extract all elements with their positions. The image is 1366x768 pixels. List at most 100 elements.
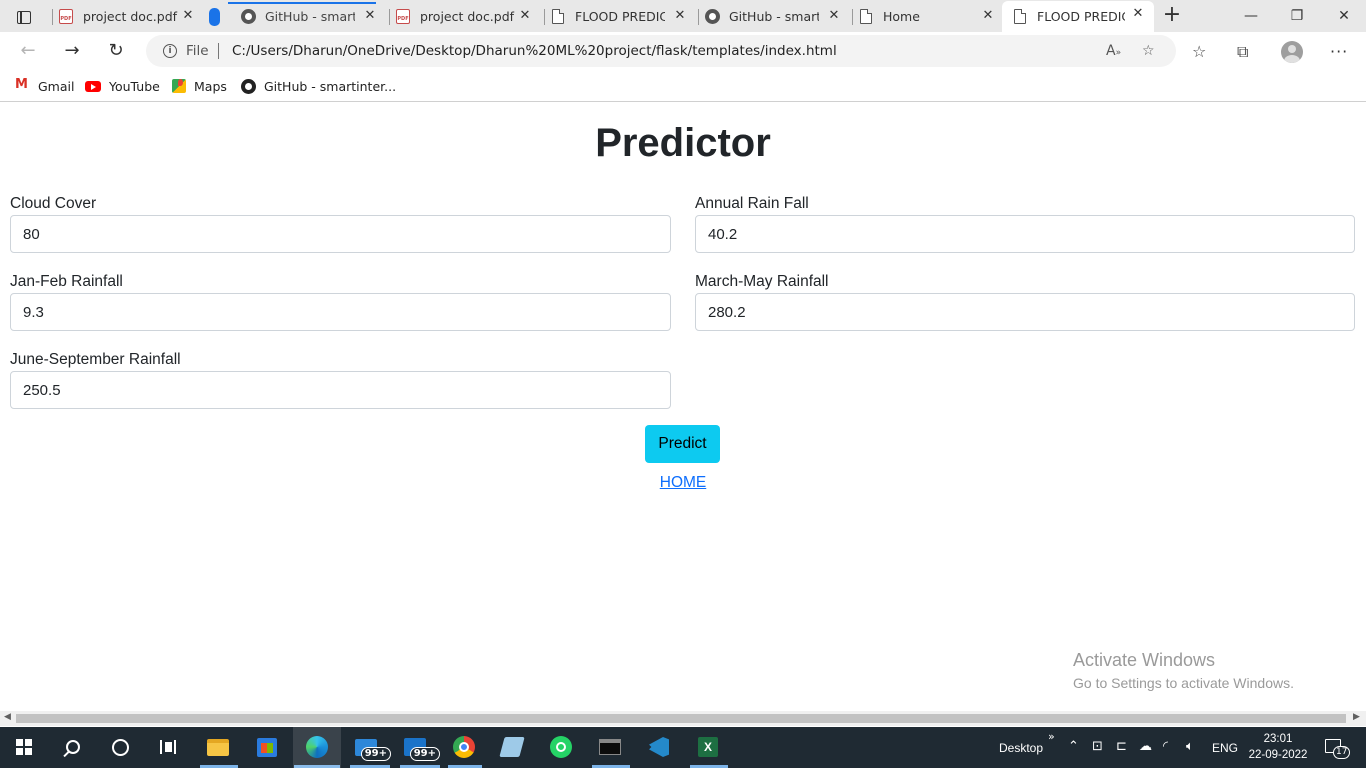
maps-icon	[172, 79, 186, 93]
page-icon	[1012, 9, 1028, 25]
mail-icon: 99+	[355, 738, 391, 761]
favorite-maps[interactable]: Maps	[172, 77, 227, 95]
chrome-icon	[453, 736, 475, 758]
page-icon	[858, 8, 874, 24]
favorite-youtube[interactable]: YouTube	[85, 77, 160, 95]
new-tab-button[interactable]: +	[1162, 4, 1182, 26]
tab-group-indicator[interactable]	[209, 8, 220, 26]
info-icon[interactable]: i	[163, 44, 177, 58]
watermark-title: Activate Windows	[1073, 650, 1216, 670]
tab-separator	[389, 9, 390, 25]
tab-close-icon[interactable]: ✕	[980, 8, 996, 24]
language-indicator[interactable]: ENG	[1212, 727, 1238, 768]
more-menu-icon[interactable]: ···	[1330, 42, 1348, 61]
jan-feb-rainfall-input[interactable]	[10, 293, 671, 331]
tab-separator	[852, 9, 853, 25]
tab-close-icon[interactable]: ✕	[362, 8, 378, 24]
task-view-button[interactable]	[156, 735, 180, 759]
chrome-button[interactable]	[452, 735, 476, 759]
restore-button[interactable]: ❐	[1282, 6, 1312, 26]
file-explorer-button[interactable]	[206, 735, 230, 759]
march-may-rainfall-input[interactable]	[695, 293, 1355, 331]
start-button[interactable]	[12, 735, 36, 759]
vscode-button[interactable]	[647, 735, 671, 759]
tab-actions-button[interactable]	[10, 6, 38, 28]
tab-close-icon[interactable]: ✕	[180, 8, 196, 24]
desktop-toolbar-label[interactable]: Desktop	[999, 727, 1043, 768]
wifi-icon[interactable]: ◜	[1163, 739, 1168, 754]
june-september-rainfall-input[interactable]	[10, 371, 671, 409]
annual-rain-fall-label: Annual Rain Fall	[695, 195, 809, 212]
vscode-icon	[649, 737, 669, 757]
outlook-button[interactable]: 99+	[403, 735, 440, 761]
tab-actions-icon	[17, 10, 31, 24]
edge-icon	[306, 736, 328, 758]
watermark-subtitle: Go to Settings to activate Windows.	[1073, 675, 1294, 691]
favorite-github[interactable]: GitHub - smartinter...	[241, 77, 396, 95]
usb-icon[interactable]: ⊏	[1116, 739, 1127, 754]
read-aloud-icon[interactable]: A»	[1106, 43, 1121, 59]
cloud-cover-input[interactable]	[10, 215, 671, 253]
profile-avatar[interactable]	[1281, 41, 1303, 63]
whatsapp-icon	[550, 736, 572, 758]
cortana-button[interactable]	[108, 735, 132, 759]
search-button[interactable]	[61, 735, 85, 759]
edge-button[interactable]	[293, 727, 341, 768]
github-icon	[240, 8, 256, 24]
page-title: Predictor	[595, 121, 771, 165]
address-bar[interactable]: i File C:/Users/Dharun/OneDrive/Desktop/…	[146, 35, 1176, 67]
scroll-right-arrow-icon[interactable]: ▶	[1353, 712, 1360, 722]
browser-toolbar: ← → ↻ i File C:/Users/Dharun/OneDrive/De…	[0, 32, 1366, 70]
meet-now-icon[interactable]: ⊡	[1092, 739, 1103, 754]
tab-separator	[544, 9, 545, 25]
tab-github-1[interactable]: GitHub - smartin ✕	[238, 3, 380, 29]
onedrive-icon[interactable]: ☁	[1139, 739, 1152, 754]
store-button[interactable]	[255, 735, 279, 759]
home-link[interactable]: HOME	[660, 474, 707, 491]
pdf-icon: PDF	[395, 8, 411, 24]
desktop-chevron-icon[interactable]: »	[1048, 730, 1055, 743]
volume-icon[interactable]: 🔈︎	[1186, 739, 1194, 754]
tab-home[interactable]: Home ✕	[852, 3, 998, 29]
refresh-button[interactable]: ↻	[104, 39, 128, 63]
whatsapp-button[interactable]	[549, 735, 573, 759]
annual-rain-fall-input[interactable]	[695, 215, 1355, 253]
folder-icon	[207, 738, 229, 756]
scrollbar-thumb[interactable]	[16, 714, 1346, 723]
predict-button[interactable]: Predict	[645, 425, 720, 463]
tab-github-2[interactable]: GitHub - smartin ✕	[698, 3, 844, 29]
tab-title: project doc.pdf	[420, 8, 515, 24]
tab-close-icon[interactable]: ✕	[672, 8, 688, 24]
tab-flood-predict-active[interactable]: FLOOD PREDICT ✕	[1002, 1, 1154, 32]
tab-close-icon[interactable]: ✕	[826, 8, 842, 24]
url-text[interactable]: C:/Users/Dharun/OneDrive/Desktop/Dharun%…	[232, 43, 837, 59]
excel-icon: X	[698, 737, 718, 757]
show-hidden-icons-icon[interactable]: ⌃	[1068, 739, 1079, 754]
tab-separator	[52, 9, 53, 25]
tab-close-icon[interactable]: ✕	[1130, 6, 1146, 22]
terminal-button[interactable]	[598, 735, 622, 759]
excel-button[interactable]: X	[696, 735, 720, 759]
tab-close-icon[interactable]: ✕	[517, 8, 533, 24]
minimize-button[interactable]: —	[1236, 6, 1266, 26]
drive-button[interactable]	[499, 735, 525, 759]
collections-icon[interactable]: ⧉	[1237, 42, 1248, 62]
favorite-gmail[interactable]: Gmail	[15, 77, 74, 95]
forward-button[interactable]: →	[60, 39, 84, 63]
favorites-icon[interactable]: ☆	[1192, 42, 1206, 61]
task-view-icon	[160, 740, 176, 754]
close-window-button[interactable]: ✕	[1329, 6, 1359, 26]
tab-flood-predict-1[interactable]: FLOOD PREDICT ✕	[544, 3, 690, 29]
scroll-left-arrow-icon[interactable]: ◀	[4, 712, 11, 722]
youtube-icon	[85, 80, 101, 92]
clock[interactable]: 23:01 22-09-2022	[1247, 731, 1309, 763]
mail-button[interactable]: 99+	[354, 735, 391, 761]
terminal-icon	[599, 739, 621, 755]
tab-project-doc-2[interactable]: PDF project doc.pdf ✕	[389, 3, 535, 29]
march-may-rainfall-label: March-May Rainfall	[695, 273, 829, 290]
tab-project-doc-1[interactable]: PDF project doc.pdf ✕	[52, 3, 198, 29]
favorite-label: YouTube	[109, 78, 160, 94]
add-favorite-icon[interactable]: ☆	[1142, 43, 1155, 59]
back-button[interactable]: ←	[16, 39, 40, 63]
horizontal-scrollbar[interactable]: ◀ ▶	[0, 711, 1366, 726]
